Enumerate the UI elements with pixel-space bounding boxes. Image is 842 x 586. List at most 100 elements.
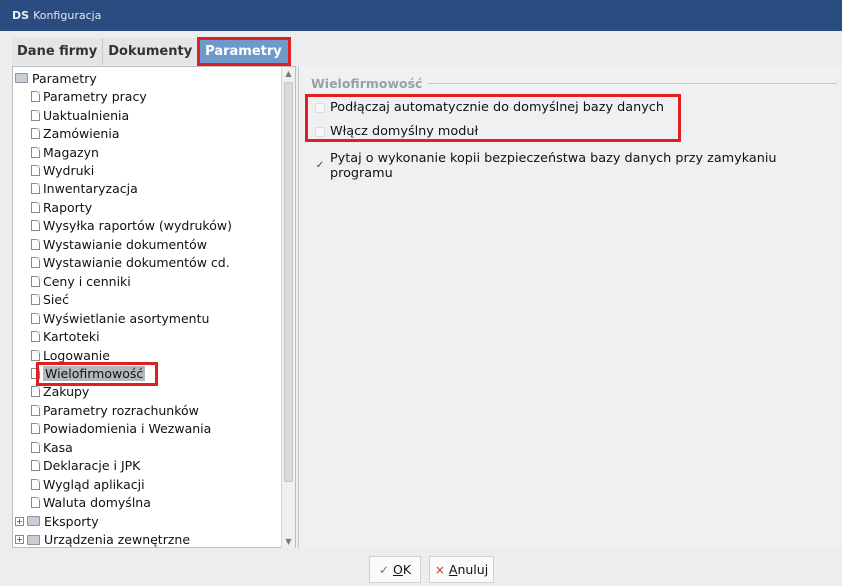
- tree-item-label: Wystawianie dokumentów cd.: [43, 255, 230, 271]
- tree-item-label: Ceny i cenniki: [43, 273, 131, 289]
- option-auto-connect[interactable]: Podłączaj automatycznie do domyślnej baz…: [315, 100, 664, 115]
- tree-item[interactable]: Raporty: [31, 198, 92, 217]
- tree-item-label: Urządzenia zewnętrzne: [44, 532, 191, 547]
- tree-item-label: Wydruki: [43, 163, 95, 178]
- tree-item[interactable]: Wydruki: [31, 161, 94, 180]
- settings-tree[interactable]: Parametry Parametry pracy Uaktualnienia Zam…: [12, 66, 296, 548]
- tree-item-label: Wysyłka raportów (wydruków): [43, 218, 232, 234]
- tree-item[interactable]: Wyświetlanie asortymentu: [31, 309, 209, 328]
- tree-item-label: Zamówienia: [43, 126, 120, 142]
- document-icon: [31, 238, 40, 250]
- tree-item-label: Wyświetlanie asortymentu: [43, 310, 210, 326]
- tree-item-label: Eksporty: [44, 513, 99, 529]
- scroll-up-arrow-icon[interactable]: ▲: [282, 67, 295, 80]
- tab-dokumenty[interactable]: Dokumenty: [103, 38, 199, 65]
- checkbox-unchecked-icon[interactable]: [315, 102, 325, 113]
- tree-group[interactable]: + Eksporty: [15, 512, 99, 531]
- tree-item-label: Uaktualnienia: [43, 107, 130, 123]
- document-icon: [31, 441, 40, 453]
- tree-item[interactable]: Zamówienia: [31, 124, 120, 143]
- document-icon: [31, 257, 40, 269]
- tree-item[interactable]: Kasa: [31, 438, 73, 457]
- tree-group[interactable]: + Urządzenia zewnętrzne: [15, 530, 191, 547]
- tab-dane-firmy[interactable]: Dane firmy: [12, 38, 104, 65]
- document-icon: [31, 183, 40, 195]
- document-icon: [31, 312, 40, 324]
- x-icon: ×: [434, 562, 445, 577]
- tree-item-label: Wystawianie dokumentów: [43, 236, 207, 252]
- tree-item[interactable]: Magazyn: [31, 143, 99, 162]
- document-icon: [31, 146, 40, 158]
- check-icon: ✓: [378, 562, 389, 577]
- ok-label-accel: O: [393, 562, 403, 577]
- document-icon: [31, 294, 40, 306]
- folder-icon: [15, 73, 28, 84]
- cancel-label-rest: nuluj: [457, 562, 489, 577]
- tree-item[interactable]: Logowanie: [31, 346, 110, 365]
- settings-content: Wielofirmowość Podłączaj automatycznie d…: [298, 66, 842, 548]
- tree-item[interactable]: Deklaracje i JPK: [31, 456, 140, 475]
- expand-plus-icon[interactable]: +: [15, 516, 24, 526]
- scroll-down-arrow-icon[interactable]: ▼: [282, 535, 295, 548]
- tree-item-label: Magazyn: [43, 144, 99, 160]
- document-icon: [31, 460, 40, 472]
- document-icon: [31, 497, 40, 509]
- checkmark-icon[interactable]: ✓: [315, 161, 325, 171]
- tab-parametry[interactable]: Parametry: [197, 37, 291, 66]
- document-icon: [31, 128, 40, 140]
- tree-item-label: Kartoteki: [43, 329, 100, 345]
- tree-item-label: Parametry pracy: [43, 89, 147, 105]
- document-icon: [31, 275, 40, 287]
- tree-item-label: Sieć: [43, 292, 69, 308]
- document-icon: [31, 349, 40, 361]
- checkbox-unchecked-icon[interactable]: [315, 126, 325, 137]
- tree-item-label: Waluta domyślna: [43, 495, 151, 511]
- scroll-thumb[interactable]: [284, 82, 293, 482]
- option-backup-prompt[interactable]: ✓ Pytaj o wykonanie kopii bezpieczeństwa…: [315, 151, 842, 181]
- tree-item[interactable]: Wysyłka raportów (wydruków): [31, 217, 232, 236]
- tree-item-label: Deklaracje i JPK: [43, 458, 141, 474]
- group-title: Wielofirmowość: [311, 76, 837, 91]
- document-icon: [31, 423, 40, 435]
- ok-button[interactable]: ✓ OK: [369, 556, 421, 583]
- tree-item-label: Inwentaryzacja: [43, 181, 138, 197]
- tree-scrollbar[interactable]: ▲ ▼: [281, 67, 295, 548]
- tree-item[interactable]: Waluta domyślna: [31, 493, 151, 512]
- tree-item[interactable]: Parametry pracy: [31, 87, 147, 106]
- tree-item-label: Powiadomienia i Wezwania: [43, 421, 212, 437]
- tab-bar: Dane firmy Dokumenty Parametry: [12, 37, 291, 66]
- tree-item[interactable]: Sieć: [31, 290, 69, 309]
- tree-item[interactable]: Wygląd aplikacji: [31, 475, 145, 494]
- option-label: Podłączaj automatycznie do domyślnej baz…: [330, 100, 664, 115]
- option-default-module[interactable]: Włącz domyślny moduł: [315, 124, 478, 139]
- document-icon: [31, 165, 40, 176]
- tree-item[interactable]: Zakupy: [31, 383, 89, 402]
- tree-item[interactable]: Uaktualnienia: [31, 106, 129, 125]
- tree-item-label: Wygląd aplikacji: [43, 476, 145, 492]
- tree-item-label: Wielofirmowość: [43, 365, 146, 381]
- document-icon: [31, 386, 40, 398]
- document-icon: [31, 91, 40, 103]
- tree-item[interactable]: Inwentaryzacja: [31, 180, 138, 199]
- document-icon: [31, 404, 40, 416]
- tree-item-label: Zakupy: [43, 384, 90, 400]
- tree-item-label: Logowanie: [43, 347, 110, 363]
- tree-item[interactable]: Parametry rozrachunków: [31, 401, 199, 420]
- tree-item-label: Kasa: [43, 439, 73, 455]
- tree-item[interactable]: Wystawianie dokumentów: [31, 235, 207, 254]
- cancel-button[interactable]: × Anuluj: [429, 556, 494, 583]
- document-icon: [31, 220, 40, 232]
- tree-root-parametry[interactable]: Parametry: [15, 69, 97, 88]
- expand-plus-icon[interactable]: +: [15, 535, 24, 544]
- tree-item[interactable]: Kartoteki: [31, 327, 100, 346]
- document-icon: [31, 478, 40, 490]
- document-icon: [31, 367, 40, 379]
- tree-item[interactable]: Powiadomienia i Wezwania: [31, 420, 211, 439]
- tree-item[interactable]: Wystawianie dokumentów cd.: [31, 254, 230, 273]
- tree-item[interactable]: Ceny i cenniki: [31, 272, 131, 291]
- tree-item-label: Parametry: [32, 70, 97, 86]
- tree-item[interactable]: Wielofirmowość: [31, 364, 146, 383]
- tree-item-label: Parametry rozrachunków: [43, 402, 199, 418]
- app-logo: DS: [12, 9, 30, 22]
- tree-item-label: Raporty: [43, 199, 93, 215]
